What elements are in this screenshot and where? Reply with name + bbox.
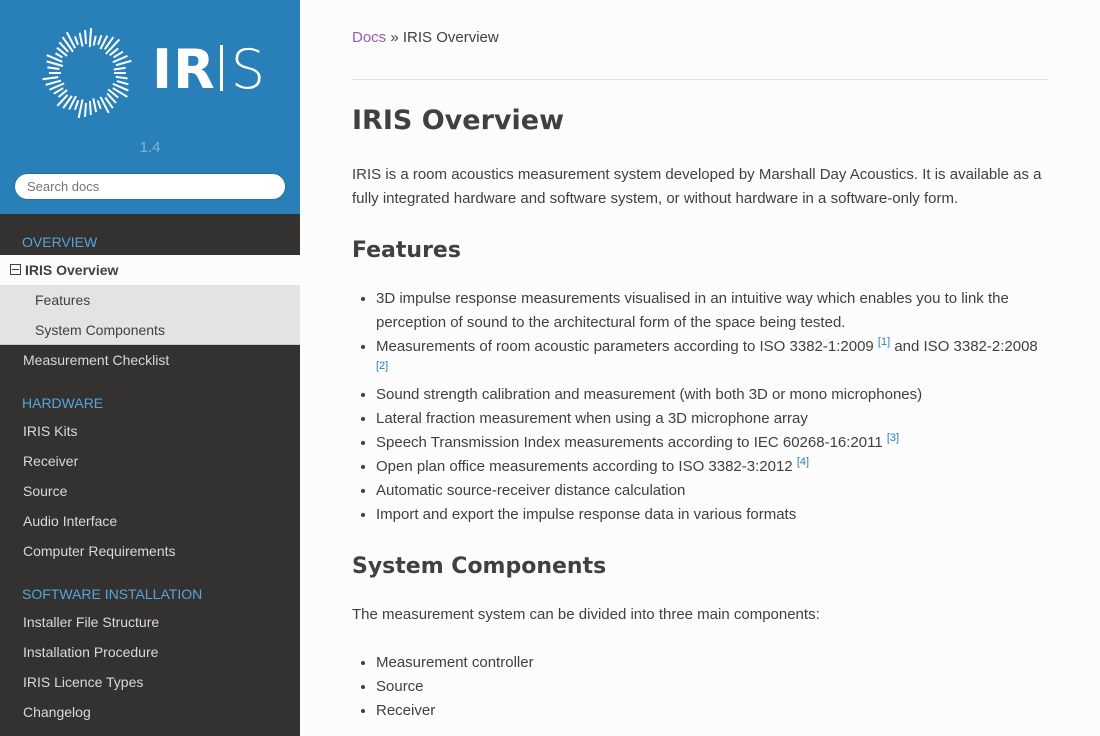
logo-tick [45,79,62,86]
sidebar-item-iris-overview[interactable]: IRIS Overview [0,255,300,285]
breadcrumb-separator: » [386,29,403,46]
logo-tick [115,75,128,80]
logo-tick [113,66,126,71]
logo-tick [83,102,87,117]
footnote-link-4[interactable]: [4] [797,456,809,468]
logo-tick [92,35,97,46]
components-list: Measurement controller Source Receiver [352,651,1048,723]
logo-tick [113,50,124,59]
breadcrumb-docs-link[interactable]: Docs [352,29,386,46]
sidebar-item-features[interactable]: Features [0,285,300,315]
sidebar-header: IR S 1.4 [0,0,300,214]
sidebar-item-receiver[interactable]: Receiver [0,446,300,476]
logo-tick [47,66,60,71]
logo-tick [55,52,63,59]
features-list: 3D impulse response measurements visuali… [352,287,1048,527]
sidebar-item-changelog[interactable]: Changelog [0,697,300,727]
logo-tick [42,76,59,81]
list-item: Sound strength calibration and measureme… [376,383,1048,407]
list-item: Automatic source-receiver distance calcu… [376,479,1048,503]
intro-paragraph: IRIS is a room acoustics measurement sys… [352,166,1042,207]
breadcrumb: Docs » IRIS Overview [352,29,499,46]
page-title: IRIS Overview [352,105,565,136]
logo-tick [115,59,132,67]
breadcrumb-current: IRIS Overview [402,29,499,46]
sidebar-item-computer-requirements[interactable]: Computer Requirements [0,536,300,566]
list-item: Lateral fraction measurement when using … [376,407,1048,431]
logo-tick [73,35,79,46]
footnote-link-1[interactable]: [1] [878,336,890,348]
list-item: Receiver [376,699,1048,723]
list-item: Source [376,675,1048,699]
logo-text[interactable]: IR S [152,40,266,100]
sidebar-item-measurement-checklist[interactable]: Measurement Checklist [0,345,300,375]
divider [352,79,1048,80]
version-label: 1.4 [139,139,161,156]
logo-tick [78,32,84,47]
features-heading: Features [352,238,461,263]
logo-tick [53,87,64,95]
logo-tick [96,99,102,110]
nav-caption-overview: OVERVIEW [22,234,98,250]
sidebar-nav: OVERVIEW IRIS Overview Features System C… [0,214,300,727]
sidebar: IRS 1.4 OVERVIEW IRIS Overview Features … [0,0,300,736]
sidebar-item-audio-interface[interactable]: Audio Interface [0,506,300,536]
sidebar-item-iris-kits[interactable]: IRIS Kits [0,416,300,446]
footnote-link-3[interactable]: [3] [887,432,899,444]
logo-tick [84,30,88,45]
sidebar-item-label: IRIS Overview [25,262,119,278]
logo-tick [97,34,103,46]
logo-tick [92,98,98,113]
sidebar-item-installer-file-structure[interactable]: Installer File Structure [0,607,300,637]
list-item: Measurement controller [376,651,1048,675]
logo-tick [77,99,84,119]
footnote-link-2[interactable]: [2] [376,360,388,372]
sidebar-item-system-components[interactable]: System Components [0,315,300,345]
logo-tick [116,80,129,86]
collapse-toggle-icon[interactable] [10,264,21,275]
nav-caption-hardware: HARDWARE [22,395,104,411]
sidebar-item-source[interactable]: Source [0,476,300,506]
components-intro: The measurement system can be divided in… [352,606,820,623]
logo-tick [88,100,92,115]
logo-tick [73,99,80,111]
list-item: Import and export the impulse response d… [376,503,1048,527]
sidebar-item-installation-procedure[interactable]: Installation Procedure [0,637,300,667]
search-input[interactable] [14,173,286,200]
list-item: Open plan office measurements according … [376,455,1048,479]
system-components-heading: System Components [352,554,607,579]
nav-caption-software-installation: SOFTWARE INSTALLATION [22,586,203,602]
sidebar-item-iris-licence-types[interactable]: IRIS Licence Types [0,667,300,697]
list-item: Measurements of room acoustic parameters… [376,335,1048,383]
list-item: 3D impulse response measurements visuali… [376,287,1048,335]
logo-tick [88,28,93,48]
list-item: Speech Transmission Index measurements a… [376,431,1048,455]
